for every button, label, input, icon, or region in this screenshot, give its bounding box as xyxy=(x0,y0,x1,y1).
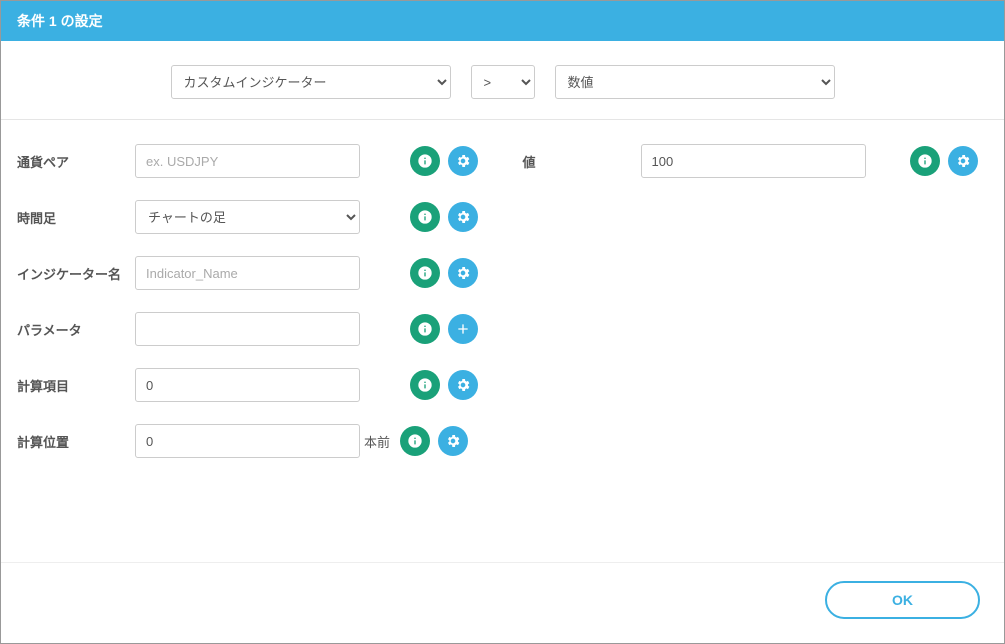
value-type-select[interactable]: 数値 xyxy=(555,65,835,99)
timeframe-label: 時間足 xyxy=(17,208,127,227)
parameter-input[interactable] xyxy=(135,312,360,346)
ok-button[interactable]: OK xyxy=(825,581,980,619)
gear-icon[interactable] xyxy=(438,426,468,456)
currency-pair-input[interactable] xyxy=(135,144,360,178)
currency-pair-row: 通貨ペア xyxy=(17,144,483,178)
calc-position-input[interactable] xyxy=(135,424,360,458)
value-label: 値 xyxy=(523,152,633,171)
gear-icon[interactable] xyxy=(448,258,478,288)
condition-type-select[interactable]: カスタムインジケーター xyxy=(171,65,451,99)
calc-position-row: 計算位置 本前 xyxy=(17,424,483,458)
dialog-title: 条件 1 の設定 xyxy=(1,1,1004,41)
value-input[interactable] xyxy=(641,144,866,178)
gear-icon[interactable] xyxy=(448,370,478,400)
condition-settings-dialog: 条件 1 の設定 カスタムインジケーター > 数値 通貨ペア 時間足 チャートの… xyxy=(0,0,1005,644)
info-icon[interactable] xyxy=(400,426,430,456)
info-icon[interactable] xyxy=(410,258,440,288)
parameter-label: パラメータ xyxy=(17,320,127,339)
calc-position-label: 計算位置 xyxy=(17,432,127,451)
top-selectors-row: カスタムインジケーター > 数値 xyxy=(1,41,1004,120)
info-icon[interactable] xyxy=(410,370,440,400)
info-icon[interactable] xyxy=(910,146,940,176)
dialog-footer: OK xyxy=(1,562,1004,643)
calc-item-row: 計算項目 xyxy=(17,368,483,402)
operator-select[interactable]: > xyxy=(471,65,535,99)
timeframe-row: 時間足 チャートの足 xyxy=(17,200,483,234)
gear-icon[interactable] xyxy=(448,202,478,232)
plus-icon[interactable] xyxy=(448,314,478,344)
calc-item-label: 計算項目 xyxy=(17,376,127,395)
gear-icon[interactable] xyxy=(948,146,978,176)
value-row: 値 xyxy=(523,144,989,178)
gear-icon[interactable] xyxy=(448,146,478,176)
currency-pair-label: 通貨ペア xyxy=(17,152,127,171)
calc-item-input[interactable] xyxy=(135,368,360,402)
indicator-name-label: インジケーター名 xyxy=(17,264,127,283)
timeframe-select[interactable]: チャートの足 xyxy=(135,200,360,234)
dialog-body: 通貨ペア 時間足 チャートの足 インジケーター名 xyxy=(1,120,1004,562)
indicator-name-row: インジケーター名 xyxy=(17,256,483,290)
calc-position-suffix: 本前 xyxy=(364,432,390,451)
info-icon[interactable] xyxy=(410,314,440,344)
info-icon[interactable] xyxy=(410,146,440,176)
indicator-name-input[interactable] xyxy=(135,256,360,290)
left-column: 通貨ペア 時間足 チャートの足 インジケーター名 xyxy=(17,144,483,538)
parameter-row: パラメータ xyxy=(17,312,483,346)
info-icon[interactable] xyxy=(410,202,440,232)
right-column: 値 xyxy=(523,144,989,538)
